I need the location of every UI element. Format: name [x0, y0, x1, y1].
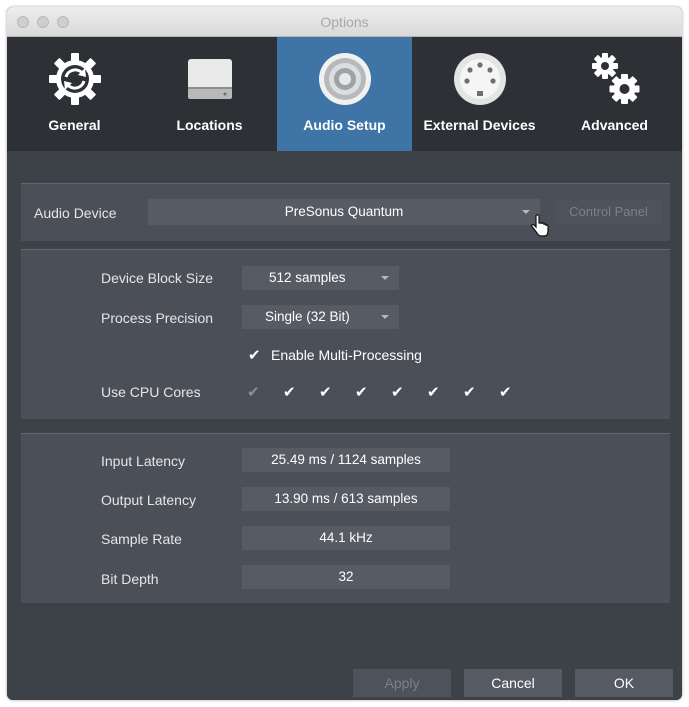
tab-locations[interactable]: Locations: [142, 37, 277, 151]
hand-cursor-icon: [531, 214, 549, 237]
chevron-down-icon: [522, 210, 530, 214]
options-toolbar: General Locations Audio Setup External D…: [7, 37, 682, 151]
precision-select[interactable]: Single (32 Bit): [242, 305, 399, 329]
precision-value: Single (32 Bit): [265, 309, 350, 324]
cpu-core-3-checkbox[interactable]: ✔: [319, 383, 332, 401]
audio-device-select[interactable]: PreSonus Quantum: [148, 199, 540, 225]
tab-locations-label: Locations: [176, 117, 243, 133]
options-window: Options General Locations Audio Setup Ex…: [7, 7, 682, 700]
tab-general-label: General: [48, 117, 101, 133]
cpu-core-2-checkbox[interactable]: ✔: [283, 383, 296, 401]
output-latency-label: Output Latency: [101, 492, 196, 508]
cpu-cores-label: Use CPU Cores: [101, 384, 201, 400]
output-latency-value: 13.90 ms / 613 samples: [242, 487, 450, 511]
input-latency-label: Input Latency: [101, 453, 186, 469]
precision-label: Process Precision: [101, 310, 214, 326]
audio-device-label: Audio Device: [34, 205, 117, 221]
tab-audio-setup-label: Audio Setup: [303, 117, 386, 133]
sample-rate-value: 44.1 kHz: [242, 526, 450, 550]
drive-icon: [142, 51, 277, 107]
tab-advanced[interactable]: Advanced: [547, 37, 682, 151]
multi-processing-checkbox[interactable]: ✔: [248, 346, 261, 364]
latency-info-panel: Input Latency 25.49 ms / 1124 samples Ou…: [21, 433, 670, 603]
audio-device-panel: Audio Device PreSonus Quantum Control Pa…: [21, 183, 670, 241]
control-panel-button[interactable]: Control Panel: [556, 199, 661, 225]
tab-external-devices-label: External Devices: [423, 117, 536, 133]
multi-processing-label: Enable Multi-Processing: [271, 347, 422, 363]
cpu-core-4-checkbox[interactable]: ✔: [355, 383, 368, 401]
cpu-core-8-checkbox[interactable]: ✔: [499, 383, 512, 401]
tab-general[interactable]: General: [7, 37, 142, 151]
cpu-core-7-checkbox[interactable]: ✔: [463, 383, 476, 401]
apply-button[interactable]: Apply: [353, 669, 451, 697]
midi-connector-icon: [412, 51, 547, 107]
ok-button[interactable]: OK: [575, 669, 673, 697]
chevron-down-icon: [381, 276, 389, 280]
gear-refresh-icon: [7, 51, 142, 107]
chevron-down-icon: [381, 315, 389, 319]
bit-depth-label: Bit Depth: [101, 571, 159, 587]
block-size-select[interactable]: 512 samples: [242, 266, 399, 290]
cancel-button[interactable]: Cancel: [464, 669, 562, 697]
block-size-value: 512 samples: [269, 270, 346, 285]
window-title: Options: [320, 14, 369, 30]
processing-panel: Device Block Size 512 samples Process Pr…: [21, 249, 670, 419]
bit-depth-value: 32: [242, 565, 450, 589]
audio-device-value: PreSonus Quantum: [284, 204, 404, 219]
cpu-core-1-checkbox[interactable]: ✔: [247, 383, 260, 401]
tab-advanced-label: Advanced: [581, 117, 648, 133]
cpu-core-5-checkbox[interactable]: ✔: [391, 383, 404, 401]
block-size-label: Device Block Size: [101, 270, 214, 286]
tab-audio-setup[interactable]: Audio Setup: [277, 37, 412, 151]
input-latency-value: 25.49 ms / 1124 samples: [242, 448, 450, 472]
sample-rate-label: Sample Rate: [101, 531, 182, 547]
audio-setup-content: Audio Device PreSonus Quantum Control Pa…: [7, 151, 682, 700]
gears-icon: [547, 51, 682, 107]
speaker-icon: [277, 51, 412, 107]
tab-external-devices[interactable]: External Devices: [412, 37, 547, 151]
cpu-core-6-checkbox[interactable]: ✔: [427, 383, 440, 401]
title-bar: Options: [7, 7, 682, 37]
